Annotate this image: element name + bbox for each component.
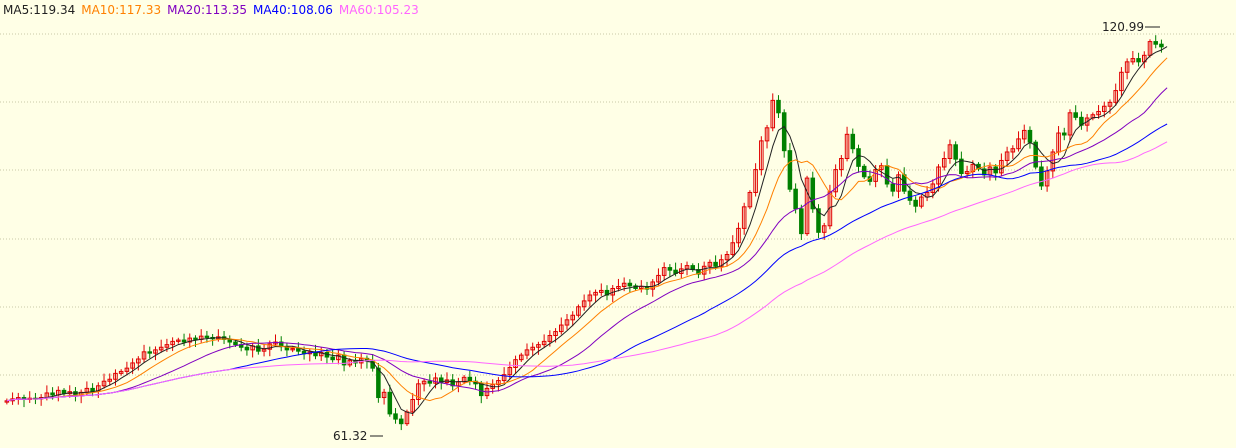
candle-down bbox=[713, 261, 718, 267]
candle-down bbox=[1136, 58, 1141, 63]
candle-down bbox=[478, 383, 484, 397]
candle-down bbox=[850, 133, 856, 150]
candle-down bbox=[1061, 132, 1067, 136]
ma-line-ma20 bbox=[6, 87, 1168, 402]
ma-legend: MA5:119.34 MA10:117.33 MA20:113.35 MA40:108… bbox=[3, 3, 425, 17]
candle-down bbox=[330, 356, 335, 361]
candle-down bbox=[793, 188, 798, 210]
min-price-label: 61.32 bbox=[333, 429, 367, 443]
candle-down bbox=[204, 335, 210, 338]
candles bbox=[4, 35, 1164, 431]
candle-down bbox=[467, 376, 473, 382]
grid bbox=[0, 33, 1236, 376]
candle-down bbox=[856, 148, 861, 167]
candle-down bbox=[781, 112, 787, 152]
candle-down bbox=[376, 367, 381, 399]
price-tags: 120.99 61.32 bbox=[333, 20, 1160, 443]
candle-down bbox=[627, 282, 633, 287]
candle-down bbox=[890, 183, 896, 192]
legend-ma60: MA60:105.23 bbox=[338, 3, 419, 17]
ma-line-ma60 bbox=[6, 141, 1168, 402]
candle-down bbox=[907, 190, 913, 201]
candle-down bbox=[233, 341, 238, 346]
candle-down bbox=[393, 413, 398, 420]
candle-down bbox=[181, 339, 187, 343]
legend-ma5: MA5:119.34 bbox=[3, 3, 76, 17]
candle-down bbox=[50, 392, 55, 396]
candle-down bbox=[787, 150, 793, 190]
candle-down bbox=[244, 346, 250, 351]
stock-chart: 120.99 61.32 MA5:119.34 MA10:117.33 MA20:1… bbox=[0, 0, 1236, 448]
candle-down bbox=[913, 199, 918, 207]
candle-down bbox=[667, 267, 673, 271]
candle-down bbox=[147, 351, 153, 354]
candle-down bbox=[1159, 43, 1164, 48]
candle-down bbox=[1073, 112, 1078, 118]
candle-down bbox=[953, 144, 958, 160]
candle-down bbox=[256, 345, 261, 352]
candle-down bbox=[193, 337, 198, 340]
max-price-label: 120.99 bbox=[1102, 20, 1144, 34]
ma-line-ma10 bbox=[6, 57, 1168, 402]
candle-down bbox=[398, 418, 404, 425]
candle-down bbox=[227, 338, 233, 343]
candle-down bbox=[1027, 129, 1033, 143]
legend-ma20: MA20:113.35 bbox=[167, 3, 247, 17]
candle-down bbox=[90, 387, 95, 392]
candle-down bbox=[387, 391, 393, 415]
candle-down bbox=[427, 380, 433, 384]
candle-down bbox=[1153, 41, 1158, 45]
candlestick-plot: 120.99 61.32 bbox=[0, 20, 1236, 443]
legend-ma10: MA10:117.33 bbox=[81, 3, 162, 17]
candle-down bbox=[296, 348, 301, 352]
candle-down bbox=[799, 208, 804, 235]
candle-down bbox=[776, 99, 781, 114]
legend-ma40: MA40:108.06 bbox=[252, 3, 333, 17]
candle-down bbox=[1039, 166, 1044, 187]
